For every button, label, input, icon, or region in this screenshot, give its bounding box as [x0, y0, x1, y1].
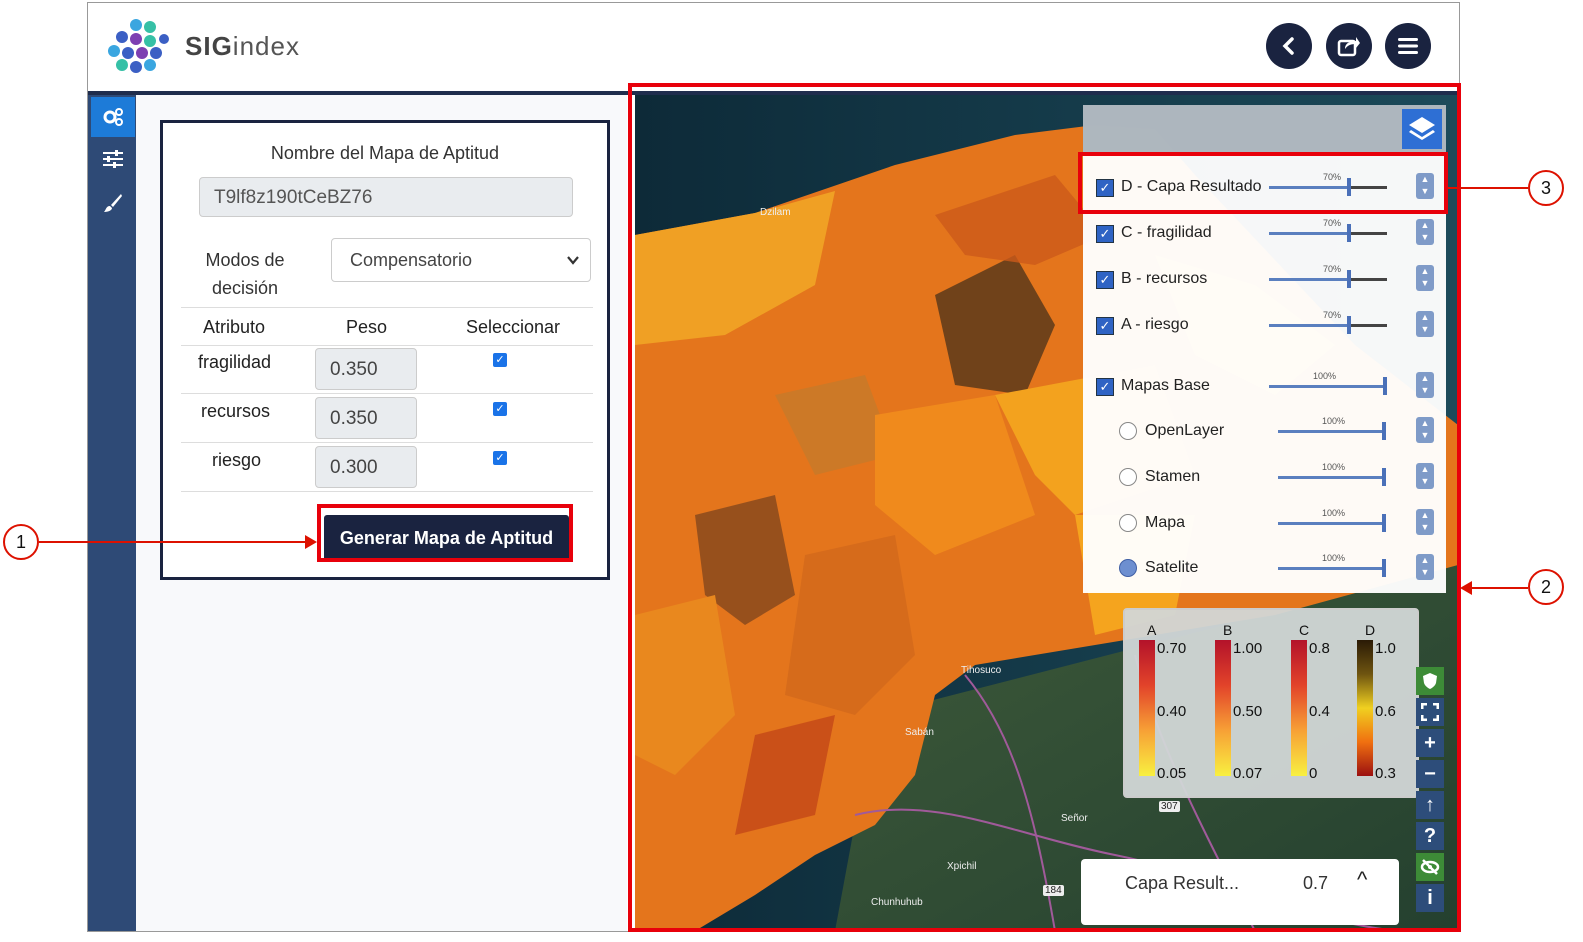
chevron-down-icon	[566, 239, 580, 284]
hamburger-icon	[1398, 38, 1418, 54]
select-checkbox[interactable]: ✓	[493, 402, 507, 416]
divider	[181, 491, 593, 492]
column-header-weight: Peso	[346, 317, 388, 337]
weight-input[interactable]: 0.350	[315, 348, 417, 390]
divider	[181, 442, 593, 443]
row-attribute: riesgo	[212, 450, 262, 470]
decision-mode-label: Modos de decisión	[205, 250, 285, 298]
callout-line-1	[39, 541, 315, 543]
chevron-left-icon	[1282, 37, 1294, 55]
top-header: SIGindex	[88, 3, 1459, 95]
divider	[181, 345, 593, 346]
select-checkbox[interactable]: ✓	[493, 353, 507, 367]
highlight-box-3	[1078, 152, 1448, 214]
row-attribute: recursos	[201, 401, 271, 421]
map-name-label: Nombre del Mapa de Aptitud	[270, 143, 500, 163]
brand-name: SIGindex	[185, 31, 300, 61]
share-icon	[1337, 37, 1360, 57]
divider	[181, 307, 593, 308]
gears-icon	[103, 108, 123, 126]
left-sidebar	[88, 95, 136, 931]
weight-input[interactable]: 0.300	[315, 446, 417, 488]
row-attribute: fragilidad	[198, 352, 272, 372]
weight-input[interactable]: 0.350	[315, 397, 417, 439]
sidebar-item-filters[interactable]	[91, 139, 135, 179]
map-name-input[interactable]: T9lf8z190tCeBZ76	[199, 177, 573, 217]
sidebar-item-settings[interactable]	[91, 97, 135, 137]
highlight-box-1	[317, 504, 573, 562]
siginex-logo	[108, 19, 169, 73]
column-header-select: Seleccionar	[466, 317, 561, 337]
sliders-icon	[103, 150, 123, 168]
menu-button[interactable]	[1385, 23, 1431, 69]
column-header-attribute: Atributo	[203, 317, 266, 337]
callout-line-3	[1448, 187, 1528, 189]
brush-icon	[104, 194, 122, 212]
share-button[interactable]	[1326, 23, 1372, 69]
callout-3: 3	[1528, 170, 1564, 206]
sidebar-item-style[interactable]	[91, 183, 135, 223]
callout-1: 1	[3, 524, 39, 560]
back-button[interactable]	[1266, 23, 1312, 69]
arrow-left-icon	[1460, 581, 1472, 595]
divider	[181, 393, 593, 394]
arrow-right-icon	[305, 535, 317, 549]
decision-mode-select[interactable]: Compensatorio	[331, 238, 591, 282]
select-checkbox[interactable]: ✓	[493, 451, 507, 465]
callout-2: 2	[1528, 569, 1564, 605]
